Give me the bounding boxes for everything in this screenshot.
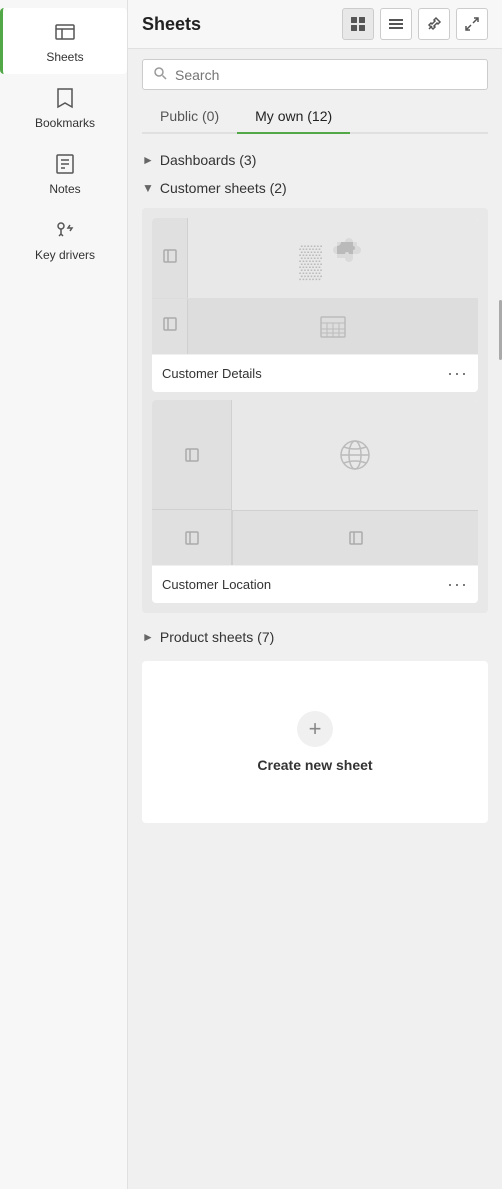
sidebar-item-key-drivers-label: Key drivers <box>35 248 95 262</box>
section-customer-sheets[interactable]: ▼ Customer sheets (2) <box>142 174 488 202</box>
customer-sheets-group: ▒ <box>142 208 488 613</box>
sidebar-item-bookmarks-label: Bookmarks <box>35 116 95 130</box>
loc-right-top <box>232 400 478 510</box>
main-content: Sheets <box>128 0 502 1189</box>
grid-view-button[interactable] <box>342 8 374 40</box>
header: Sheets <box>128 0 502 49</box>
key-drivers-icon <box>51 216 79 244</box>
customer-details-thumb: ▒ <box>152 218 478 354</box>
sidebar-item-sheets-label: Sheets <box>46 50 83 64</box>
customer-details-name: Customer Details <box>162 366 262 381</box>
pin-button[interactable] <box>418 8 450 40</box>
customer-details-footer: Customer Details ··· <box>152 354 478 392</box>
sheet-nav-icon-2 <box>162 316 178 337</box>
sheets-icon <box>51 18 79 46</box>
loc-left-bottom <box>152 510 232 565</box>
content-area: ► Dashboards (3) ▼ Customer sheets (2) <box>128 134 502 835</box>
loc-right-panel <box>232 400 478 565</box>
sidebar-item-notes-label: Notes <box>49 182 80 196</box>
header-actions <box>342 8 488 40</box>
customer-location-more-button[interactable]: ··· <box>447 574 468 595</box>
section-product-sheets[interactable]: ► Product sheets (7) <box>142 623 488 651</box>
loc-left-panel <box>152 400 232 565</box>
thumb-main-2 <box>188 299 478 354</box>
customer-location-footer: Customer Location ··· <box>152 565 478 603</box>
search-icon <box>153 66 167 83</box>
customer-location-card[interactable]: Customer Location ··· <box>152 400 478 603</box>
notes-icon <box>51 150 79 178</box>
sidebar-item-key-drivers[interactable]: Key drivers <box>0 206 127 272</box>
tabs: Public (0) My own (12) <box>142 100 488 134</box>
chevron-down-icon: ▼ <box>142 181 154 195</box>
chevron-right-icon: ► <box>142 153 154 167</box>
puzzle-icon: ▒ <box>299 236 367 280</box>
loc-right-bottom <box>232 510 478 565</box>
sidebar-item-sheets[interactable]: Sheets <box>0 8 127 74</box>
chevron-right-icon-2: ► <box>142 630 154 644</box>
sidebar-item-bookmarks[interactable]: Bookmarks <box>0 74 127 140</box>
search-input[interactable] <box>175 67 477 83</box>
create-sheet-label: Create new sheet <box>257 757 372 773</box>
expand-button[interactable] <box>456 8 488 40</box>
plus-icon: + <box>297 711 333 747</box>
create-new-sheet-card[interactable]: + Create new sheet <box>142 661 488 823</box>
sidebar-item-notes[interactable]: Notes <box>0 140 127 206</box>
customer-location-thumb <box>152 400 478 565</box>
thumb-row-2 <box>152 298 478 354</box>
customer-details-card[interactable]: ▒ <box>152 218 478 392</box>
tab-my-own[interactable]: My own (12) <box>237 100 350 134</box>
customer-details-more-button[interactable]: ··· <box>447 363 468 384</box>
customer-location-name: Customer Location <box>162 577 271 592</box>
section-dashboards[interactable]: ► Dashboards (3) <box>142 146 488 174</box>
dashboards-label: Dashboards (3) <box>160 152 257 168</box>
thumb-side-2 <box>152 299 188 354</box>
thumb-main-1: ▒ <box>188 218 478 298</box>
search-bar <box>142 59 488 90</box>
customer-sheets-label: Customer sheets (2) <box>160 180 287 196</box>
list-view-button[interactable] <box>380 8 412 40</box>
sheet-nav-icon-1 <box>162 248 178 269</box>
sidebar: Sheets Bookmarks Notes <box>0 0 128 1189</box>
tab-public[interactable]: Public (0) <box>142 100 237 134</box>
page-title: Sheets <box>142 14 201 35</box>
product-sheets-label: Product sheets (7) <box>160 629 274 645</box>
thumb-side-1 <box>152 218 188 298</box>
bookmarks-icon <box>51 84 79 112</box>
thumb-row-1: ▒ <box>152 218 478 298</box>
loc-left-top <box>152 400 232 510</box>
